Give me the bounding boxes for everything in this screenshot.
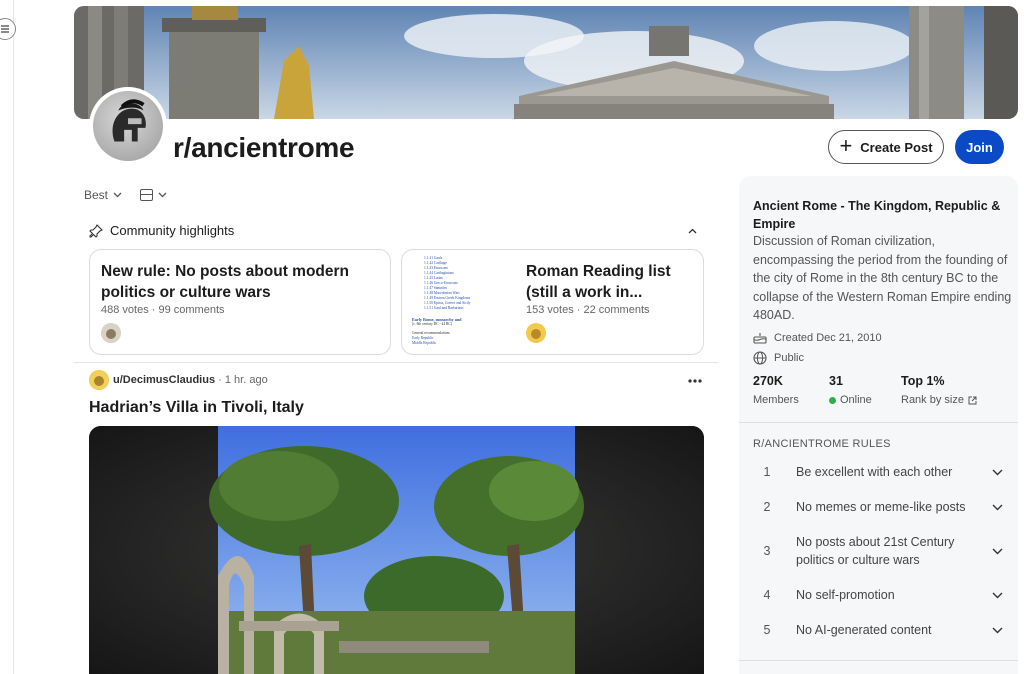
visibility-row: Public	[753, 351, 804, 365]
visibility-label: Public	[774, 352, 804, 364]
sort-dropdown[interactable]: Best	[84, 188, 122, 202]
rule-text: No posts about 21st Century politics or …	[796, 535, 955, 567]
rule-item[interactable]: 3 No posts about 21st Century politics o…	[753, 533, 1003, 569]
sidebar-divider	[739, 422, 1018, 423]
highlight-title: Roman Reading list (still a work in...	[526, 263, 671, 301]
post-title[interactable]: Hadrian’s Villa in Tivoli, Italy	[89, 399, 304, 417]
create-post-button[interactable]: + Create Post	[828, 130, 944, 164]
spartan-helmet-icon	[112, 99, 146, 142]
created-date-row: Created Dec 21, 2010	[753, 332, 882, 344]
online-indicator-icon	[829, 396, 836, 404]
community-highlights-header: Community highlights	[89, 223, 234, 238]
chevron-down-icon	[992, 548, 1003, 555]
stat-label: Rank by size	[901, 394, 964, 406]
view-layout-dropdown[interactable]	[140, 189, 167, 201]
highlight-meta: 488 votes · 99 comments	[101, 304, 225, 316]
chevron-down-icon	[158, 192, 167, 198]
chevron-up-icon	[688, 228, 697, 234]
collapse-highlights-button[interactable]	[688, 225, 697, 237]
chevron-down-icon	[113, 192, 122, 198]
community-sidebar: Ancient Rome - The Kingdom, Republic & E…	[739, 176, 1018, 674]
sidebar-divider	[739, 660, 1018, 661]
post-image[interactable]	[89, 426, 704, 674]
rule-number: 3	[763, 544, 771, 558]
sort-bar: Best	[84, 188, 167, 202]
create-post-label: Create Post	[860, 139, 933, 155]
community-banner	[74, 6, 1018, 119]
ellipsis-icon	[688, 379, 702, 383]
rules-header: R/ANCIENTROME RULES	[753, 438, 891, 450]
post-time: 1 hr. ago	[224, 374, 268, 386]
post-author-avatar[interactable]	[89, 370, 109, 390]
stat-value: Top 1%	[901, 374, 945, 388]
rule-item[interactable]: 2 No memes or meme-like posts	[753, 498, 1003, 516]
stat-value: 270K	[753, 374, 783, 388]
menu-toggle-button[interactable]	[0, 18, 16, 40]
stat-label: Members	[753, 394, 799, 406]
chevron-down-icon	[992, 469, 1003, 476]
reading-list-thumbnail: 1.1.41 Gauls 1.1.42 Carthage 1.1.43 Etru…	[412, 256, 471, 345]
highlight-card[interactable]: New rule: No posts about modern politics…	[89, 249, 391, 355]
stat-online: 31 Online	[829, 374, 872, 406]
external-link-icon	[968, 396, 977, 404]
join-button[interactable]: Join	[955, 130, 1004, 164]
community-avatar	[89, 87, 167, 165]
author-avatar	[526, 323, 546, 343]
feed-divider	[74, 362, 718, 363]
stat-members: 270K Members	[753, 374, 799, 406]
left-rail	[0, 0, 16, 674]
rule-number: 1	[763, 465, 771, 479]
pin-icon	[89, 223, 103, 238]
chevron-down-icon	[992, 627, 1003, 634]
stat-label: Online	[840, 394, 872, 406]
globe-icon	[753, 351, 767, 365]
post-meta: u/DecimusClaudius · 1 hr. ago	[113, 374, 268, 386]
rule-number: 2	[763, 500, 771, 514]
stat-rank[interactable]: Top 1% Rank by size	[901, 374, 977, 406]
plus-icon: +	[839, 133, 853, 158]
rule-text: No memes or meme-like posts	[796, 500, 966, 514]
meta-separator: ·	[218, 374, 225, 386]
highlight-card[interactable]: 1.1.41 Gauls 1.1.42 Carthage 1.1.43 Etru…	[401, 249, 704, 355]
created-date: Created Dec 21, 2010	[774, 332, 882, 344]
rule-number: 4	[763, 588, 771, 602]
chevron-down-icon	[992, 592, 1003, 599]
highlight-meta: 153 votes · 22 comments	[526, 304, 650, 316]
highlight-title: New rule: No posts about modern politics…	[101, 263, 350, 301]
rule-text: No AI-generated content	[796, 623, 932, 637]
cake-icon	[753, 333, 767, 344]
more-options-button[interactable]	[688, 370, 702, 388]
sidebar-title: Ancient Rome - The Kingdom, Republic & E…	[753, 199, 1001, 231]
rule-text: No self-promotion	[796, 588, 895, 602]
sort-selected: Best	[84, 188, 109, 202]
community-highlights-label: Community highlights	[110, 223, 235, 238]
author-avatar	[101, 323, 121, 343]
stat-value: 31	[829, 374, 843, 388]
rule-item[interactable]: 5 No AI-generated content	[753, 621, 1003, 639]
card-layout-icon	[140, 189, 154, 201]
sidebar-description: Discussion of Roman civilization, encomp…	[753, 234, 1012, 322]
chevron-down-icon	[992, 504, 1003, 511]
rule-item[interactable]: 4 No self-promotion	[753, 586, 1003, 604]
hamburger-icon	[1, 25, 9, 33]
rule-item[interactable]: 1 Be excellent with each other	[753, 463, 1003, 481]
rule-text: Be excellent with each other	[796, 465, 953, 479]
rule-number: 5	[763, 623, 771, 637]
post-author-link[interactable]: u/DecimusClaudius	[113, 374, 215, 386]
subreddit-name: r/ancientrome	[173, 132, 355, 163]
